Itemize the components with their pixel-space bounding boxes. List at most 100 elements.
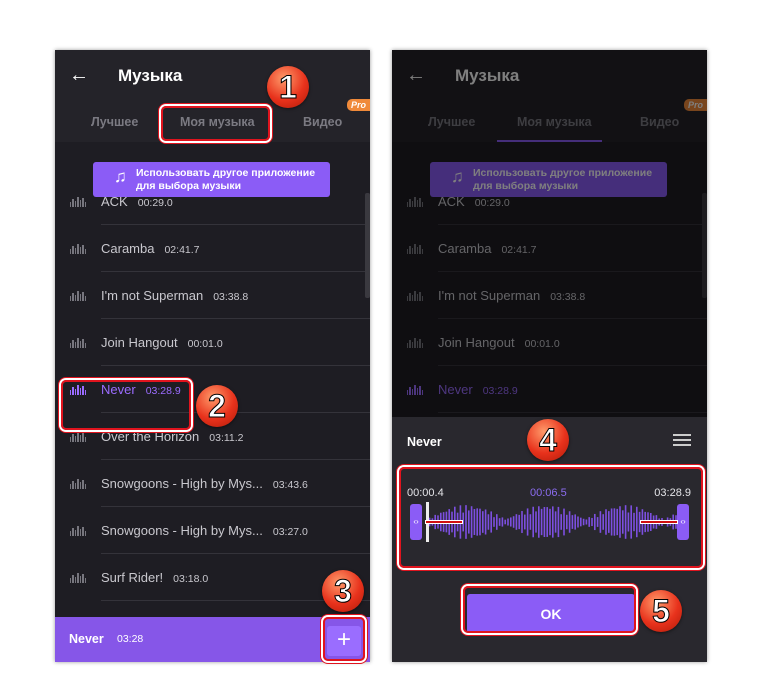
waveform-bar [554,511,557,533]
equalizer-settings-icon[interactable] [673,432,691,448]
waveform-bar [580,517,582,527]
track-name: ACK00:29.0 [101,194,173,209]
track-row[interactable]: Snowgoons - High by Mys...03:43.6 [55,460,370,507]
waveform-bar [591,517,593,527]
waveform-bar [501,517,504,527]
track-duration: 03:11.2 [209,432,244,444]
waveform-icon [70,336,86,348]
track-duration: 03:27.0 [272,526,308,538]
trim-start-handle[interactable]: ‹› [410,504,422,540]
track-row[interactable]: I'm not Superman03:38.8 [55,272,370,319]
waveform-bar [577,516,579,528]
track-name: I'm not Superman03:38.8 [101,288,249,303]
waveform-bar [630,505,632,539]
waveform-bar [605,509,607,535]
waveform-bar [521,511,523,533]
trim-end-handle[interactable]: ‹› [677,504,689,540]
waveform-bar [538,506,540,538]
track-name: Surf Rider!03:18.0 [101,570,209,585]
selected-track-duration: 03:28 [117,633,144,645]
waveform-icon [70,383,86,395]
waveform-bar [602,514,604,530]
ok-button[interactable]: OK [467,594,635,634]
header: ← Музыка Лучшее Моя музыка Видео Pro [55,50,370,142]
waveform-bar [549,508,551,536]
track-duration: 00:01.0 [187,338,223,350]
tab-my-music[interactable]: Моя музыка [180,115,255,129]
current-time: 00:06.5 [530,487,567,499]
waveform-bar [504,519,506,525]
waveform-bar [557,506,560,538]
tab-best[interactable]: Лучшее [91,115,138,129]
page-title: Музыка [118,66,183,85]
waveform-bar [588,517,590,527]
waveform-icon [70,289,86,301]
track-row[interactable]: Snowgoons - High by Mys...03:27.0 [55,507,370,554]
waveform-bar [619,506,621,538]
add-button[interactable]: + [327,626,361,656]
waveform-bar [566,514,568,530]
waveform-bar [465,505,467,539]
trim-start-time: 00:00.4 [407,487,444,499]
waveform-bar [624,505,627,539]
waveform-bar [596,517,599,527]
waveform-bar [608,511,610,533]
waveform-bar [484,509,487,535]
waveform-bar [490,511,492,533]
waveform-bar [613,508,616,536]
overlay[interactable] [392,50,707,417]
step-badge-5: 5 [640,590,682,632]
waveform-icon [70,524,86,536]
trim-end-time: 03:28.9 [654,487,691,499]
waveform-bar [526,508,529,536]
waveform-bar [535,511,537,533]
track-duration: 03:28.9 [145,385,181,397]
waveform-icon [70,242,86,254]
waveform-bar [515,514,518,530]
waveform-bar [633,512,635,532]
track-duration: 03:18.0 [173,573,209,585]
waveform-bar [552,506,554,538]
waveform-icon [70,571,86,583]
track-name: Never03:28.9 [101,382,181,397]
waveform-bar [563,508,565,536]
step-badge-1: 1 [267,66,309,108]
waveform-bar [473,509,476,535]
track-name: Snowgoons - High by Mys...03:27.0 [101,523,308,538]
track-duration: 03:43.6 [272,479,308,491]
waveform-bar [468,510,470,534]
waveform-bar [543,507,546,537]
waveform-bar [571,515,574,529]
arrow-left-icon[interactable]: ← [69,64,89,87]
arrow-right-icon [425,520,463,524]
waveform-bar [599,511,602,533]
track-row[interactable]: Join Hangout00:01.0 [55,319,370,366]
waveform-bar [627,512,630,532]
waveform-bar [529,514,532,530]
track-name: Snowgoons - High by Mys...03:43.6 [101,476,308,491]
track-row[interactable]: ACK00:29.0 [55,178,370,225]
track-duration: 02:41.7 [164,244,200,256]
track-name: Over the Horizon03:11.2 [101,429,244,444]
waveform-bar [510,517,512,527]
selected-track-name: Never [69,632,104,646]
waveform-icon [70,195,86,207]
waveform-bar [568,511,571,533]
selected-track-bar: Never 03:28 [55,617,370,662]
waveform-bar [622,510,624,534]
waveform-bar [524,514,526,530]
waveform-bar [540,508,543,536]
waveform-bar [496,514,498,530]
scrollbar[interactable] [365,193,370,298]
pro-badge: Pro [346,99,370,111]
track-name: Caramba02:41.7 [101,241,200,256]
waveform-bar [476,508,478,536]
track-row[interactable]: Caramba02:41.7 [55,225,370,272]
waveform-bar [616,508,618,536]
track-duration: 03:38.8 [213,291,249,303]
tab-video[interactable]: Видео [303,115,342,129]
step-badge-4: 4 [527,419,569,461]
waveform-bar [594,513,596,531]
waveform-bar [487,514,490,530]
waveform-bar [532,506,534,538]
